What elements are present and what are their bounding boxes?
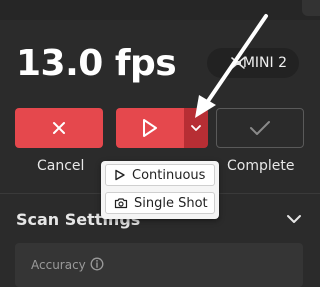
play-icon <box>143 119 157 137</box>
menu-item-continuous[interactable]: Continuous <box>105 164 215 186</box>
cancel-label: Cancel <box>37 158 85 174</box>
camera-icon <box>114 198 128 209</box>
scan-mode-dropdown-button[interactable] <box>184 108 208 148</box>
chevron-down-icon[interactable] <box>286 211 302 227</box>
device-name: MINI 2 <box>242 55 287 71</box>
top-bar <box>0 0 320 20</box>
device-badge[interactable]: MINI 2 <box>207 48 299 78</box>
cancel-button[interactable] <box>15 108 103 148</box>
drone-icon <box>231 57 245 69</box>
play-icon <box>115 169 125 181</box>
complete-label: Complete <box>227 158 295 174</box>
scan-mode-menu: Continuous Single Shot <box>101 161 219 219</box>
start-scan-button[interactable] <box>116 108 184 148</box>
checkmark-icon <box>250 121 270 135</box>
close-icon <box>53 122 65 134</box>
fps-readout: 13.0 fps <box>16 43 177 84</box>
menu-item-label: Continuous <box>132 167 206 183</box>
info-icon[interactable] <box>90 257 104 271</box>
accuracy-label: Accuracy <box>31 258 86 272</box>
chevron-down-icon <box>191 125 201 131</box>
complete-button[interactable] <box>216 108 304 148</box>
menu-item-single-shot[interactable]: Single Shot <box>105 192 215 214</box>
top-corner-chip <box>302 0 320 16</box>
menu-item-label: Single Shot <box>134 195 208 211</box>
